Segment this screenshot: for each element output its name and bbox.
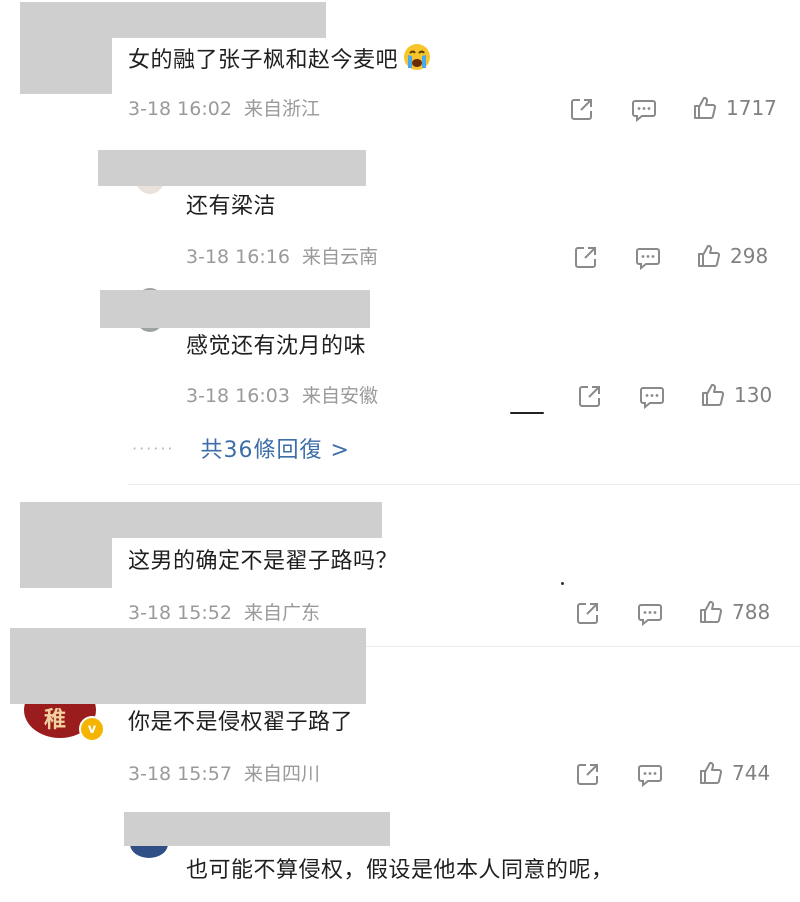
thumbs-up-icon bbox=[700, 600, 723, 623]
verified-badge-icon: v bbox=[79, 716, 105, 742]
redacted-username bbox=[100, 290, 370, 328]
comment-icon bbox=[636, 248, 660, 270]
redacted-username bbox=[10, 628, 366, 704]
redacted-username bbox=[60, 502, 382, 538]
share-button[interactable] bbox=[576, 382, 604, 410]
comment-location: 来自四川 bbox=[244, 763, 321, 785]
share-button[interactable] bbox=[574, 599, 602, 627]
comment-location: 来自浙江 bbox=[244, 98, 321, 120]
comment-location: 来自云南 bbox=[302, 246, 379, 268]
comment-icon bbox=[640, 387, 664, 409]
share-button[interactable] bbox=[574, 760, 602, 788]
comment-icon bbox=[638, 604, 662, 626]
comment-button[interactable] bbox=[636, 599, 664, 627]
comment-icon bbox=[632, 100, 656, 122]
comment-button[interactable] bbox=[638, 382, 666, 410]
comment-meta: 3-18 15:52 来自广东 bbox=[128, 600, 320, 626]
loudly-crying-face-icon bbox=[402, 42, 432, 72]
comment-text: 女的融了张子枫和赵今麦吧 bbox=[128, 42, 432, 76]
redacted-username bbox=[124, 812, 390, 846]
thumbs-up-icon bbox=[700, 761, 723, 784]
share-icon bbox=[577, 764, 598, 785]
comment-meta: 3-18 16:03 来自安徽 bbox=[186, 383, 378, 409]
comment-text: 你是不是侵权翟子路了 bbox=[128, 710, 354, 735]
divider bbox=[128, 484, 800, 485]
reply-text: 也可能不算侵权，假设是他本人同意的呢， bbox=[186, 858, 614, 883]
comment-date: 3-18 15:57 bbox=[128, 763, 232, 785]
like-button[interactable]: 130 bbox=[700, 382, 772, 408]
like-count: 744 bbox=[732, 761, 771, 785]
like-button[interactable]: 1717 bbox=[692, 95, 777, 121]
comment-date: 3-18 16:02 bbox=[128, 98, 232, 120]
more-replies-link[interactable]: ······ 共36條回復 > bbox=[132, 432, 350, 464]
thumbs-up-icon bbox=[694, 96, 717, 119]
redacted-username bbox=[60, 2, 326, 38]
comment-date: 3-18 16:03 bbox=[186, 385, 290, 407]
comment-meta: 3-18 16:16 来自云南 bbox=[186, 244, 378, 270]
reply-text: 还有梁洁 bbox=[186, 194, 277, 219]
share-button[interactable] bbox=[568, 95, 596, 123]
comment-meta: 3-18 15:57 来自四川 bbox=[128, 761, 320, 787]
comment-date: 3-18 16:16 bbox=[186, 246, 290, 268]
dotted-line-icon: ······ bbox=[132, 438, 175, 458]
comment-meta: 3-18 16:02 来自浙江 bbox=[128, 96, 320, 122]
like-button[interactable]: 298 bbox=[696, 243, 768, 269]
more-replies-label: 共36條回復 > bbox=[200, 438, 350, 463]
like-count: 1717 bbox=[726, 96, 777, 120]
share-icon bbox=[579, 386, 600, 407]
avatar-text: 稚 bbox=[44, 708, 67, 733]
stray-stroke bbox=[510, 412, 544, 414]
comment-button[interactable] bbox=[634, 243, 662, 271]
share-icon bbox=[577, 603, 598, 624]
share-icon bbox=[575, 247, 596, 268]
like-count: 788 bbox=[732, 600, 771, 624]
like-button[interactable]: 744 bbox=[698, 760, 770, 786]
like-button[interactable]: 788 bbox=[698, 599, 770, 625]
share-button[interactable] bbox=[572, 243, 600, 271]
reply-text: 感觉还有沈月的味 bbox=[186, 334, 367, 359]
comment-location: 来自安徽 bbox=[302, 385, 379, 407]
comment-date: 3-18 15:52 bbox=[128, 602, 232, 624]
comment-button[interactable] bbox=[636, 760, 664, 788]
like-count: 130 bbox=[734, 383, 773, 407]
share-icon bbox=[571, 99, 592, 120]
comment-icon bbox=[638, 765, 662, 787]
redacted-username bbox=[98, 150, 366, 186]
comment-location: 来自广东 bbox=[244, 602, 321, 624]
comment-text: 这男的确定不是翟子路吗？ bbox=[128, 549, 399, 574]
comment-button[interactable] bbox=[630, 95, 658, 123]
thumbs-up-icon bbox=[702, 383, 725, 406]
stray-dot bbox=[561, 582, 564, 585]
thumbs-up-icon bbox=[698, 244, 721, 267]
like-count: 298 bbox=[730, 244, 769, 268]
